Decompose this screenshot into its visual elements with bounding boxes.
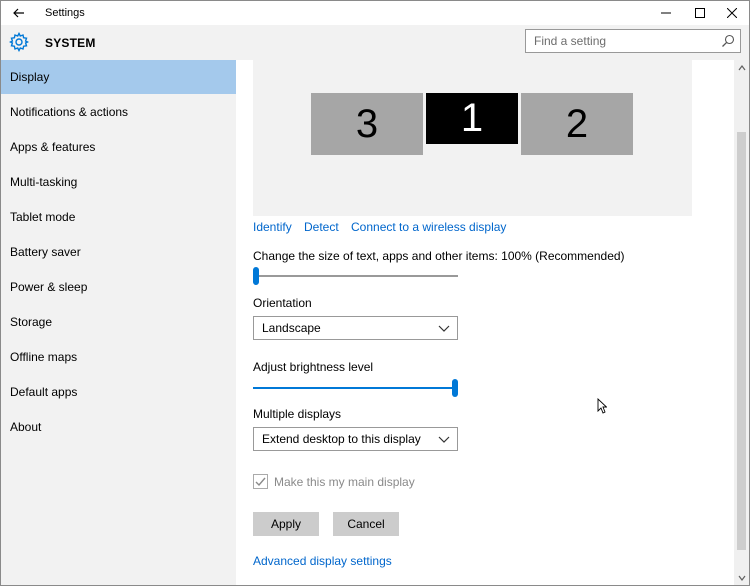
slider-thumb[interactable] [452, 379, 458, 397]
sidebar-item-label: Default apps [10, 385, 78, 399]
scale-slider[interactable] [253, 266, 458, 286]
monitor-number: 3 [355, 101, 379, 146]
identify-link[interactable]: Identify [253, 220, 292, 234]
apply-button[interactable]: Apply [253, 512, 319, 536]
window-title: Settings [45, 7, 85, 19]
page-title: SYSTEM [45, 36, 96, 50]
sidebar-item-label: Multi-tasking [10, 175, 78, 189]
main-display-checkbox[interactable] [253, 474, 268, 489]
cancel-button[interactable]: Cancel [333, 512, 399, 536]
scroll-down-button[interactable] [734, 570, 749, 585]
multiple-displays-dropdown[interactable]: Extend desktop to this display [253, 427, 458, 451]
chevron-down-icon [438, 436, 450, 443]
chevron-up-icon [738, 64, 745, 70]
monitor-3[interactable]: 3 [311, 93, 423, 155]
sidebar-item-label: Storage [10, 315, 53, 329]
gear-icon [9, 32, 29, 52]
vertical-scrollbar[interactable] [734, 60, 749, 585]
monitor-arrangement: 3 1 2 [253, 60, 692, 216]
dropdown-value: Extend desktop to this display [262, 432, 421, 446]
sidebar-item-label: Display [10, 70, 50, 84]
slider-fill [253, 387, 456, 389]
connect-wireless-link[interactable]: Connect to a wireless display [351, 220, 506, 234]
multiple-displays-label: Multiple displays [253, 407, 342, 421]
sidebar-item-label: Battery saver [10, 245, 81, 259]
title-bar: Settings [1, 1, 749, 25]
checkmark-icon [255, 477, 266, 487]
display-settings-panel: 3 1 2 Identify Detect Connect to a wirel… [236, 60, 749, 585]
search-input[interactable] [526, 30, 716, 52]
sidebar-item-notifications[interactable]: Notifications & actions [1, 95, 236, 129]
scrollbar-thumb[interactable] [737, 132, 746, 550]
scale-label: Change the size of text, apps and other … [253, 249, 625, 263]
sidebar-item-about[interactable]: About [1, 410, 236, 444]
dropdown-value: Landscape [262, 321, 321, 335]
orientation-label: Orientation [253, 296, 312, 310]
sidebar: Display Notifications & actions Apps & f… [1, 60, 236, 585]
sidebar-item-label: About [10, 420, 42, 434]
monitor-2[interactable]: 2 [521, 93, 633, 155]
sidebar-item-tablet-mode[interactable]: Tablet mode [1, 200, 236, 234]
sidebar-item-label: Notifications & actions [10, 105, 129, 119]
settings-window: Settings SYSTEM Display No [0, 0, 750, 586]
search-icon[interactable] [721, 34, 735, 48]
slider-track [253, 275, 458, 277]
cancel-button-label: Cancel [347, 517, 385, 531]
slider-thumb[interactable] [253, 267, 259, 285]
search-box[interactable] [525, 29, 741, 53]
chevron-down-icon [438, 325, 450, 332]
minimize-button[interactable] [649, 1, 683, 25]
minimize-icon [661, 12, 671, 14]
monitor-number: 2 [565, 101, 589, 146]
maximize-button[interactable] [683, 1, 717, 25]
sidebar-item-multitasking[interactable]: Multi-tasking [1, 165, 236, 199]
sidebar-item-battery-saver[interactable]: Battery saver [1, 235, 236, 269]
mouse-cursor-icon [597, 398, 607, 414]
sidebar-item-label: Apps & features [10, 140, 96, 154]
scroll-up-button[interactable] [734, 60, 749, 75]
main-display-label: Make this my main display [274, 475, 415, 489]
sidebar-item-label: Tablet mode [10, 210, 76, 224]
brightness-label: Adjust brightness level [253, 360, 374, 374]
orientation-dropdown[interactable]: Landscape [253, 316, 458, 340]
close-icon [727, 8, 737, 18]
settings-header: SYSTEM [1, 25, 749, 60]
close-button[interactable] [715, 1, 749, 25]
sidebar-item-label: Offline maps [10, 350, 78, 364]
sidebar-item-label: Power & sleep [10, 280, 88, 294]
advanced-display-settings-link[interactable]: Advanced display settings [253, 554, 392, 568]
sidebar-item-power-sleep[interactable]: Power & sleep [1, 270, 236, 304]
maximize-icon [695, 8, 705, 18]
chevron-down-icon [738, 575, 745, 581]
sidebar-item-offline-maps[interactable]: Offline maps [1, 340, 236, 374]
back-button[interactable] [7, 3, 31, 23]
sidebar-item-default-apps[interactable]: Default apps [1, 375, 236, 409]
monitor-number: 1 [460, 96, 484, 140]
sidebar-item-apps-features[interactable]: Apps & features [1, 130, 236, 164]
monitor-1[interactable]: 1 [426, 93, 518, 144]
sidebar-item-display[interactable]: Display [1, 60, 236, 94]
brightness-slider[interactable] [253, 378, 458, 398]
detect-link[interactable]: Detect [304, 220, 339, 234]
arrow-left-icon [13, 8, 24, 18]
sidebar-item-storage[interactable]: Storage [1, 305, 236, 339]
apply-button-label: Apply [270, 517, 302, 531]
